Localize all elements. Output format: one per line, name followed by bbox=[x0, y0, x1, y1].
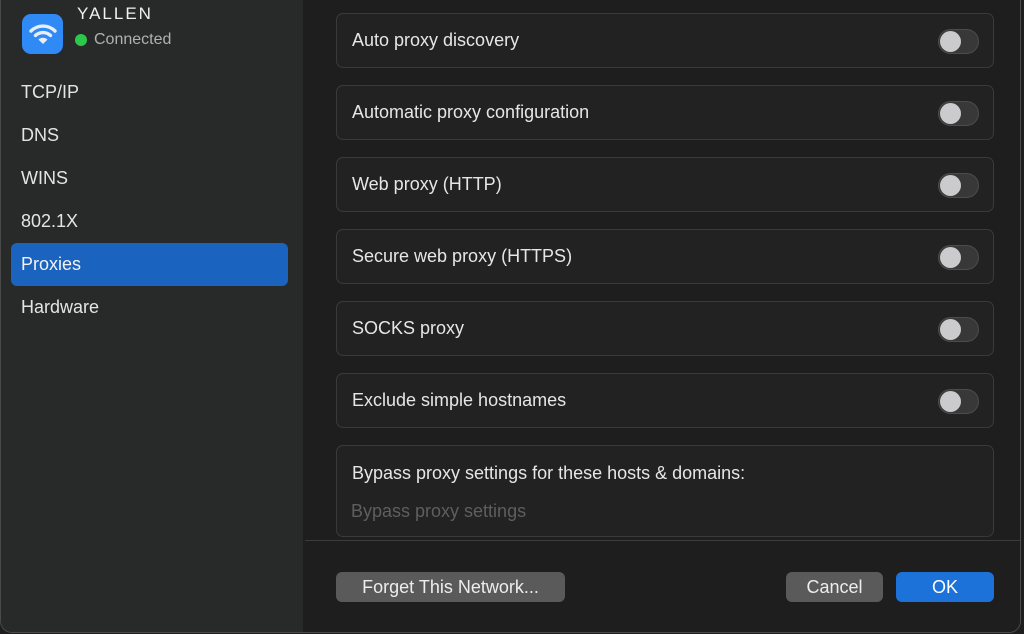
socks-proxy-toggle[interactable] bbox=[938, 317, 979, 342]
ok-button[interactable]: OK bbox=[896, 572, 994, 602]
sidebar-item-8021x[interactable]: 802.1X bbox=[11, 200, 288, 243]
sidebar: YALLEN Connected TCP/IP DNS WINS 802.1X … bbox=[1, 0, 303, 632]
toggle-knob bbox=[940, 103, 961, 124]
wifi-icon bbox=[22, 14, 63, 54]
sidebar-item-hardware[interactable]: Hardware bbox=[11, 286, 288, 329]
option-label: SOCKS proxy bbox=[352, 318, 465, 338]
proxy-option-web-http: Web proxy (HTTP) bbox=[336, 157, 994, 212]
connection-status-label: Connected bbox=[94, 31, 172, 48]
toggle-knob bbox=[940, 175, 961, 196]
footer-divider bbox=[305, 540, 1020, 541]
network-name: YALLEN bbox=[77, 4, 153, 23]
bypass-proxy-title: Bypass proxy settings for these hosts & … bbox=[352, 463, 746, 483]
proxies-panel: Auto proxy discovery Automatic proxy con… bbox=[303, 0, 1020, 632]
network-settings-window: YALLEN Connected TCP/IP DNS WINS 802.1X … bbox=[0, 0, 1021, 633]
web-proxy-http-toggle[interactable] bbox=[938, 173, 979, 198]
bypass-proxy-section: Bypass proxy settings for these hosts & … bbox=[336, 445, 994, 537]
toggle-knob bbox=[940, 319, 961, 340]
option-label: Auto proxy discovery bbox=[352, 30, 520, 50]
toggle-knob bbox=[940, 31, 961, 52]
sidebar-item-wins[interactable]: WINS bbox=[11, 157, 288, 200]
secure-web-proxy-https-toggle[interactable] bbox=[938, 245, 979, 270]
option-label: Web proxy (HTTP) bbox=[352, 174, 502, 194]
connection-status: Connected bbox=[75, 31, 171, 49]
exclude-simple-hostnames-toggle[interactable] bbox=[938, 389, 979, 414]
option-label: Automatic proxy configuration bbox=[352, 102, 590, 122]
sidebar-item-tcpip[interactable]: TCP/IP bbox=[11, 71, 288, 114]
option-label: Secure web proxy (HTTPS) bbox=[352, 246, 573, 266]
toggle-knob bbox=[940, 391, 961, 412]
auto-proxy-discovery-toggle[interactable] bbox=[938, 29, 979, 54]
sidebar-list: TCP/IP DNS WINS 802.1X Proxies Hardware bbox=[11, 71, 288, 329]
proxy-option-auto-config: Automatic proxy configuration bbox=[336, 85, 994, 140]
sidebar-item-proxies[interactable]: Proxies bbox=[11, 243, 288, 286]
sidebar-item-dns[interactable]: DNS bbox=[11, 114, 288, 157]
cancel-button[interactable]: Cancel bbox=[786, 572, 883, 602]
network-header: YALLEN Connected bbox=[22, 4, 292, 54]
proxy-option-secure-https: Secure web proxy (HTTPS) bbox=[336, 229, 994, 284]
toggle-knob bbox=[940, 247, 961, 268]
proxy-option-socks: SOCKS proxy bbox=[336, 301, 994, 356]
proxy-option-auto-discovery: Auto proxy discovery bbox=[336, 13, 994, 68]
status-dot-icon bbox=[75, 34, 87, 46]
automatic-proxy-configuration-toggle[interactable] bbox=[938, 101, 979, 126]
forget-network-button[interactable]: Forget This Network... bbox=[336, 572, 565, 602]
option-label: Exclude simple hostnames bbox=[352, 390, 567, 410]
proxy-option-exclude-simple: Exclude simple hostnames bbox=[336, 373, 994, 428]
bypass-proxy-input[interactable] bbox=[351, 498, 951, 524]
